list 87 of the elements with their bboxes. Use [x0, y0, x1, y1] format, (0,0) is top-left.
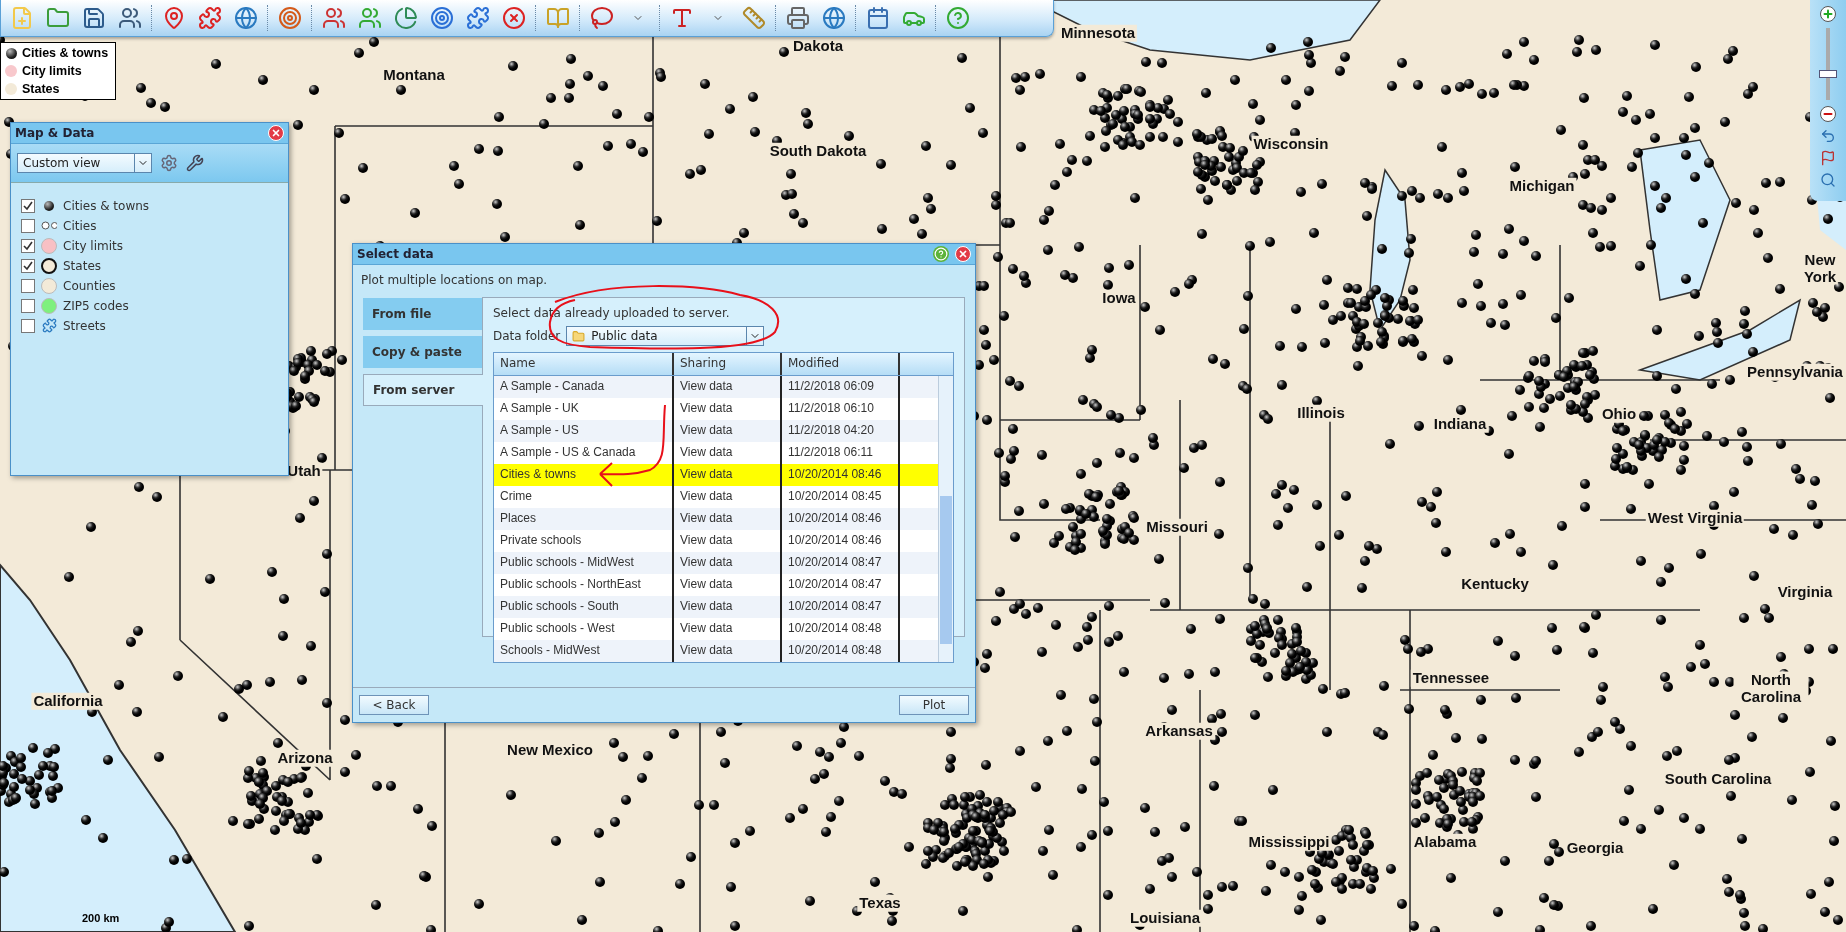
layer-label: ZIP5 codes — [63, 298, 129, 313]
help-icon — [934, 247, 948, 261]
layer-checkbox[interactable] — [21, 218, 35, 233]
printer-icon — [786, 6, 810, 30]
layer-label: Cities — [63, 218, 97, 233]
close-icon — [271, 128, 281, 138]
layer-checkbox[interactable] — [21, 198, 35, 213]
undo-icon[interactable] — [1820, 128, 1836, 144]
state-label: Ohio — [1599, 405, 1639, 423]
folder-dropdown[interactable]: Public data — [566, 326, 765, 346]
ball-icon — [5, 47, 17, 59]
rings-icon — [41, 221, 57, 230]
zoom-in-button[interactable] — [1820, 6, 1836, 22]
layer-checkbox[interactable] — [21, 318, 35, 333]
legend-label: States — [22, 82, 60, 96]
state-label: Georgia — [1564, 839, 1626, 857]
slider-thumb[interactable] — [1819, 69, 1837, 78]
layer-label: States — [63, 258, 101, 273]
state-label: North Carolina — [1733, 671, 1809, 705]
state-label: Missouri — [1144, 518, 1210, 536]
settings-icon[interactable] — [160, 154, 178, 172]
new-file-icon — [10, 6, 34, 30]
cancel-icon — [502, 6, 526, 30]
layer-checkbox[interactable] — [21, 278, 35, 293]
state-label: Illinois — [1295, 404, 1347, 422]
layer-label: Streets — [63, 318, 106, 333]
layer-checkbox[interactable] — [21, 258, 35, 273]
folder-icon — [46, 6, 70, 30]
state-label: California — [31, 692, 105, 710]
view-dropdown[interactable]: Custom view — [17, 153, 152, 173]
map-pin-icon — [162, 6, 186, 30]
source-tab[interactable]: From server — [363, 374, 483, 406]
puzzle-icon — [466, 6, 490, 30]
layer-label: Counties — [63, 278, 116, 293]
plot-button[interactable]: Plot — [899, 695, 969, 715]
search-icon[interactable] — [1820, 172, 1836, 188]
scrollbar[interactable] — [938, 376, 953, 662]
state-label: Indiana — [1431, 415, 1489, 433]
layer-checkbox[interactable] — [21, 238, 35, 253]
layer-checkbox[interactable] — [21, 298, 35, 313]
lasso-icon — [590, 6, 614, 30]
pie-chart-icon — [394, 6, 418, 30]
legend-label: Cities & towns — [22, 46, 109, 60]
layer-label: City limits — [63, 238, 123, 253]
legend-label: City limits — [22, 64, 82, 78]
table-cell: 10/20/2014 08:48 — [782, 640, 900, 662]
state-label: South Dakota — [767, 142, 869, 160]
source-tab[interactable]: Copy & paste — [363, 336, 482, 368]
state-label: Wisconsin — [1251, 135, 1331, 153]
calendar-icon — [866, 6, 890, 30]
state-label: Texas — [857, 894, 903, 912]
plus-icon — [1822, 8, 1834, 20]
globe-icon — [234, 6, 258, 30]
scale-label: 200 km — [82, 912, 120, 924]
source-tab[interactable]: From file — [363, 298, 482, 330]
dialog-title: Select data — [357, 247, 434, 261]
wrench-icon[interactable] — [186, 154, 204, 172]
back-button[interactable]: < Back — [359, 695, 429, 715]
state-label: Virginia — [1775, 583, 1835, 601]
ruler-icon — [742, 6, 766, 30]
save-icon — [82, 6, 106, 30]
table-cell: View data — [674, 640, 782, 662]
puzzle-icon — [41, 318, 57, 333]
state-label: Louisiana — [1128, 909, 1202, 927]
close-button[interactable] — [268, 125, 284, 141]
help-icon — [946, 6, 970, 30]
close-icon — [958, 249, 968, 259]
target-icon — [278, 6, 302, 30]
users-icon — [118, 6, 142, 30]
state-label: Kentucky — [1459, 575, 1531, 593]
state-label: Pennsylvania — [1745, 363, 1845, 381]
table-cell: Schools - MidWest — [494, 640, 674, 662]
text-box-icon — [670, 6, 694, 30]
puzzle-icon — [198, 6, 222, 30]
state-label: Arkansas — [1143, 722, 1215, 740]
layer-label: Cities & towns — [63, 198, 150, 213]
help-button[interactable] — [933, 246, 949, 262]
folder-icon — [572, 329, 586, 343]
close-button[interactable] — [955, 246, 971, 262]
panel-title: Map & Data — [15, 126, 95, 140]
state-label: Mississippi — [1246, 833, 1332, 851]
state-label: Arizona — [275, 749, 335, 767]
state-label: West Virginia — [1645, 509, 1745, 527]
state-label: Michigan — [1507, 177, 1577, 195]
zoom-out-button[interactable] — [1820, 106, 1836, 122]
dialog-description: Plot multiple locations on map. — [361, 273, 549, 287]
ball-icon — [44, 200, 54, 211]
